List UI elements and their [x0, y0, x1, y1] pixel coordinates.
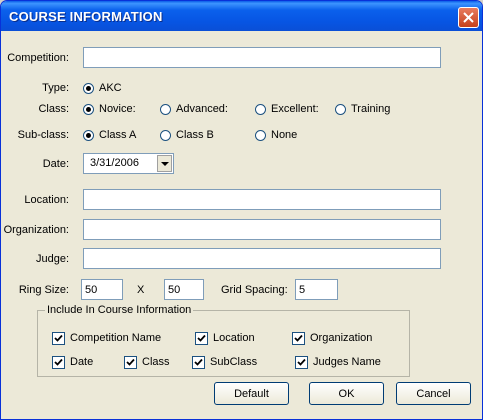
- default-button[interactable]: Default: [214, 382, 289, 405]
- chevron-down-icon[interactable]: [157, 155, 172, 172]
- checkbox[interactable]: [295, 356, 308, 369]
- checkbox[interactable]: [195, 332, 208, 345]
- radio-button[interactable]: [335, 104, 346, 115]
- ring-width-input[interactable]: [81, 279, 123, 300]
- checkmark-icon: [294, 334, 303, 342]
- subclass-label: Sub-class:: [17, 129, 69, 141]
- radio-button[interactable]: [255, 130, 266, 141]
- checkbox[interactable]: [124, 356, 137, 369]
- date-label: Date:: [42, 158, 69, 170]
- radio-label: Advanced:: [176, 103, 228, 115]
- course-information-dialog: COURSE INFORMATION Competition: Type: AK…: [0, 0, 483, 420]
- checkmark-icon: [194, 358, 203, 366]
- checkmark-icon: [197, 334, 206, 342]
- date-value: 3/31/2006: [90, 157, 139, 169]
- radio-button[interactable]: [160, 104, 171, 115]
- checkbox-label: Competition Name: [70, 332, 162, 344]
- location-input[interactable]: [83, 189, 441, 210]
- radio-label: Novice:: [99, 103, 136, 115]
- checkmark-icon: [54, 358, 63, 366]
- ok-button[interactable]: OK: [309, 382, 384, 405]
- ring-size-separator: X: [137, 284, 145, 296]
- checkbox-label: Organization: [310, 332, 373, 344]
- class-label: Class:: [38, 103, 69, 115]
- checkmark-icon: [54, 334, 63, 342]
- checkmark-icon: [126, 358, 135, 366]
- competition-input[interactable]: [83, 47, 441, 68]
- radio-button[interactable]: [255, 104, 266, 115]
- location-label: Location:: [24, 194, 69, 206]
- checkbox-label: SubClass: [210, 356, 258, 368]
- radio-label: Excellent:: [271, 103, 319, 115]
- checkbox[interactable]: [292, 332, 305, 345]
- organization-input[interactable]: [83, 219, 441, 240]
- close-icon: [463, 12, 474, 23]
- checkmark-icon: [297, 358, 306, 366]
- organization-label: Organization:: [3, 224, 69, 236]
- checkbox-label: Date: [70, 356, 94, 368]
- grid-spacing-input[interactable]: [295, 279, 338, 300]
- radio-label: Class B: [176, 129, 214, 141]
- group-title: Include In Course Information: [45, 304, 194, 316]
- radio-button[interactable]: [83, 104, 94, 115]
- judge-input[interactable]: [83, 248, 441, 269]
- radio-label: AKC: [99, 82, 122, 94]
- checkbox-label: Judges Name: [313, 356, 381, 368]
- date-dropdown[interactable]: 3/31/2006: [83, 153, 174, 174]
- radio-button[interactable]: [160, 130, 171, 141]
- radio-label: Class A: [99, 129, 137, 141]
- checkbox[interactable]: [52, 356, 65, 369]
- type-label: Type:: [42, 82, 69, 94]
- judge-label: Judge:: [35, 253, 69, 265]
- radio-label: None: [271, 129, 298, 141]
- radio-button[interactable]: [83, 83, 94, 94]
- cancel-button[interactable]: Cancel: [396, 382, 471, 405]
- radio-label: Training: [351, 103, 391, 115]
- checkbox[interactable]: [192, 356, 205, 369]
- ring-height-input[interactable]: [164, 279, 204, 300]
- title-bar: COURSE INFORMATION: [1, 1, 482, 31]
- close-button[interactable]: [458, 7, 479, 28]
- window-title: COURSE INFORMATION: [9, 9, 163, 24]
- competition-label: Competition:: [7, 52, 69, 64]
- checkbox-label: Location: [213, 332, 255, 344]
- radio-button[interactable]: [83, 130, 94, 141]
- ring-size-label: Ring Size:: [18, 284, 69, 296]
- grid-spacing-label: Grid Spacing:: [221, 284, 288, 296]
- checkbox-label: Class: [142, 356, 170, 368]
- checkbox[interactable]: [52, 332, 65, 345]
